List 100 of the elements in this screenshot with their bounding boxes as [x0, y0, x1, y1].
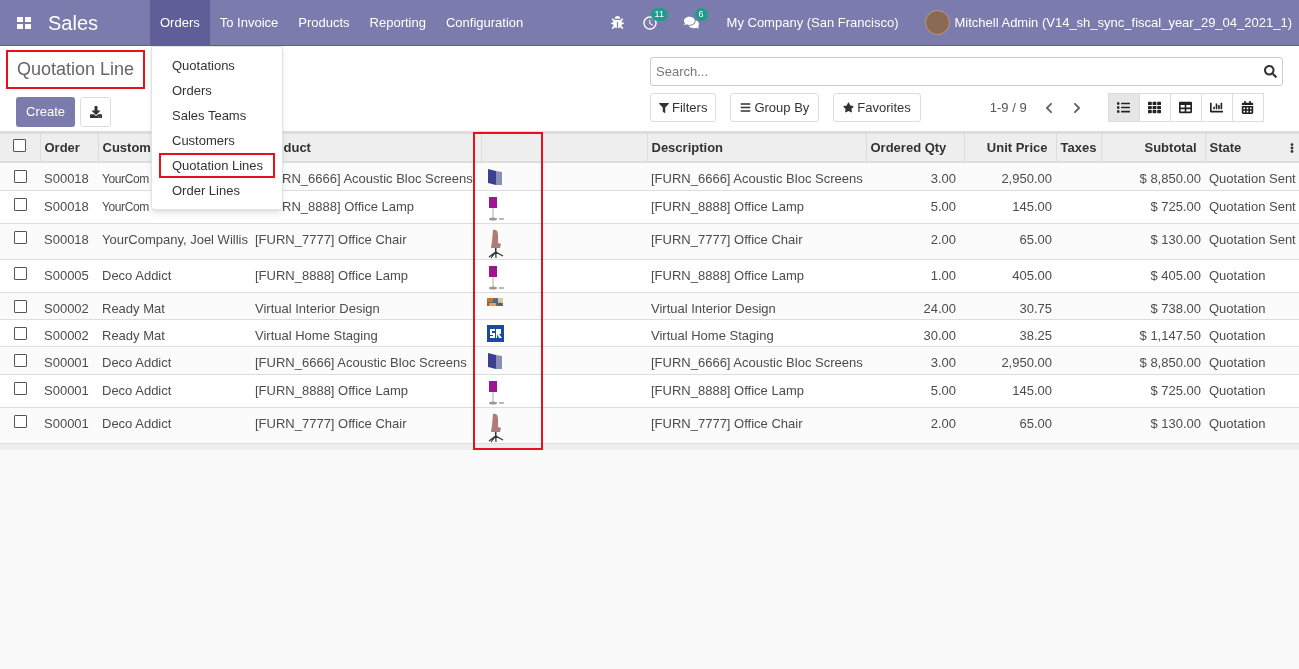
- chart-view-icon: [1210, 101, 1224, 114]
- group-by-button[interactable]: Group By: [730, 93, 820, 122]
- message-badge: 6: [694, 8, 708, 21]
- table-cell: [FURN_8888] Office Lamp: [651, 198, 804, 214]
- table-cell: S00018: [44, 171, 89, 186]
- table-cell: $ 130.00: [1150, 415, 1201, 431]
- table-cell: Virtual Home Staging: [255, 327, 378, 343]
- table-cell: S00002: [44, 300, 89, 316]
- table-cell: [FURN_7777] Office Chair: [255, 231, 407, 247]
- table-cell: $ 725.00: [1150, 198, 1201, 214]
- search-icon[interactable]: [1264, 65, 1277, 78]
- table-cell: Virtual Home Staging: [651, 327, 774, 343]
- row-checkbox[interactable]: [13, 266, 27, 280]
- dropdown-item[interactable]: Quotation Lines: [159, 153, 275, 178]
- table-cell: Quotation: [1209, 382, 1266, 398]
- column-header[interactable]: Description: [651, 137, 723, 158]
- bars-icon: [740, 102, 752, 113]
- table-cell: 2.00: [930, 231, 956, 247]
- table-cell: 405.00: [1012, 267, 1052, 283]
- table-cell: RN_6666] Acoustic Bloc Screens: [282, 171, 473, 186]
- search-field[interactable]: Search...: [650, 57, 1283, 86]
- filter-icon: [659, 102, 669, 113]
- company-switcher[interactable]: My Company (San Francisco): [726, 12, 899, 33]
- menu-tab[interactable]: Orders: [150, 0, 210, 46]
- table-cell: Deco Addict: [102, 382, 172, 398]
- dropdown-item[interactable]: Sales Teams: [159, 103, 275, 128]
- column-header[interactable]: Subtotal: [1144, 137, 1197, 158]
- table-cell: [FURN_6666] Acoustic Bloc Screens: [255, 354, 467, 370]
- row-checkbox[interactable]: [13, 197, 27, 211]
- favorites-button[interactable]: Favorites: [833, 93, 921, 122]
- user-menu[interactable]: Mitchell Admin (V14_sh_sync_fiscal_year_29_04_2021_1): [954, 12, 1292, 33]
- table-view-icon: [1179, 101, 1193, 114]
- row-checkbox[interactable]: [13, 299, 27, 313]
- table-cell: Ready Mat: [102, 300, 165, 316]
- table-cell: 30.75: [1019, 300, 1052, 316]
- table-cell: S00018: [44, 231, 89, 247]
- menu-tab[interactable]: To Invoice: [209, 0, 289, 46]
- row-checkbox[interactable]: [13, 414, 27, 428]
- column-header[interactable]: Ordered Qty: [870, 137, 947, 158]
- column-header[interactable]: duct: [283, 137, 311, 158]
- table-cell: $ 725.00: [1150, 382, 1201, 398]
- view-switch-button[interactable]: [1169, 93, 1202, 122]
- table-cell: [FURN_7777] Office Chair: [651, 231, 803, 247]
- lamp-icon: [487, 379, 505, 406]
- column-header[interactable]: Unit Price: [986, 137, 1048, 158]
- menu-tab[interactable]: Configuration: [435, 0, 534, 46]
- table-cell: [FURN_8888] Office Lamp: [255, 382, 408, 398]
- view-switch-button[interactable]: [1200, 93, 1233, 122]
- lamp-icon: [487, 195, 505, 222]
- table-cell: [FURN_6666] Acoustic Bloc Screens: [651, 354, 863, 370]
- table-cell: 145.00: [1012, 198, 1052, 214]
- row-checkbox[interactable]: [13, 381, 27, 395]
- table-cell: YourCom: [102, 199, 149, 214]
- table-cell: Deco Addict: [102, 415, 172, 431]
- table-cell: $ 1,147.50: [1139, 327, 1201, 343]
- dropdown-item[interactable]: Quotations: [159, 53, 275, 78]
- view-switch-button[interactable]: [1138, 93, 1171, 122]
- table-cell: 3.00: [930, 354, 956, 370]
- app-name[interactable]: Sales: [48, 7, 150, 38]
- row-checkbox[interactable]: [13, 353, 27, 367]
- table-cell: [FURN_8888] Office Lamp: [255, 267, 408, 283]
- row-checkbox[interactable]: [13, 138, 27, 152]
- dropdown-item[interactable]: Orders: [159, 78, 275, 103]
- table-cell: [FURN_8888] Office Lamp: [651, 267, 804, 283]
- column-header[interactable]: Custom: [102, 137, 151, 158]
- apps-grid-icon[interactable]: [17, 16, 31, 29]
- table-cell: $ 8,850.00: [1139, 354, 1201, 370]
- table-cell: S00001: [44, 382, 89, 398]
- table-cell: [FURN_7777] Office Chair: [651, 415, 803, 431]
- filters-button[interactable]: Filters: [650, 93, 717, 122]
- table-cell: Ready Mat: [102, 327, 165, 343]
- table-cell: [FURN_7777] Office Chair: [255, 415, 407, 431]
- view-switch-button[interactable]: [1231, 93, 1264, 122]
- table-cell: Deco Addict: [102, 354, 172, 370]
- menu-tab[interactable]: Reporting: [359, 0, 436, 46]
- view-switch-button[interactable]: [1107, 93, 1140, 122]
- column-header[interactable]: Order: [44, 137, 80, 158]
- create-button[interactable]: Create: [16, 97, 76, 127]
- debug-icon[interactable]: [610, 16, 624, 29]
- row-checkbox[interactable]: [13, 230, 27, 244]
- chair-icon: [487, 228, 505, 259]
- column-header[interactable]: Taxes: [1060, 137, 1097, 158]
- chat-icon[interactable]: [683, 15, 699, 30]
- table-cell: Deco Addict: [102, 267, 172, 283]
- menu-tab[interactable]: Products: [288, 0, 360, 46]
- table-cell: Virtual Interior Design: [651, 300, 776, 316]
- table-cell: 5.00: [930, 198, 956, 214]
- dropdown-item[interactable]: Customers: [159, 128, 275, 153]
- row-checkbox[interactable]: [13, 170, 27, 183]
- column-header[interactable]: State: [1209, 137, 1242, 158]
- pager-value[interactable]: 1-9 / 9: [989, 97, 1027, 118]
- download-button[interactable]: [80, 97, 112, 127]
- acoustic-panel-icon: [487, 351, 503, 370]
- page-title: Quotation Line: [6, 50, 146, 89]
- row-checkbox[interactable]: [13, 326, 27, 340]
- activity-badge: 11: [650, 7, 668, 21]
- table-cell: 2,950.00: [1001, 171, 1052, 186]
- table-cell: Quotation Sent: [1209, 171, 1296, 186]
- dropdown-item[interactable]: Order Lines: [159, 178, 275, 203]
- table-cell: S00005: [44, 267, 89, 283]
